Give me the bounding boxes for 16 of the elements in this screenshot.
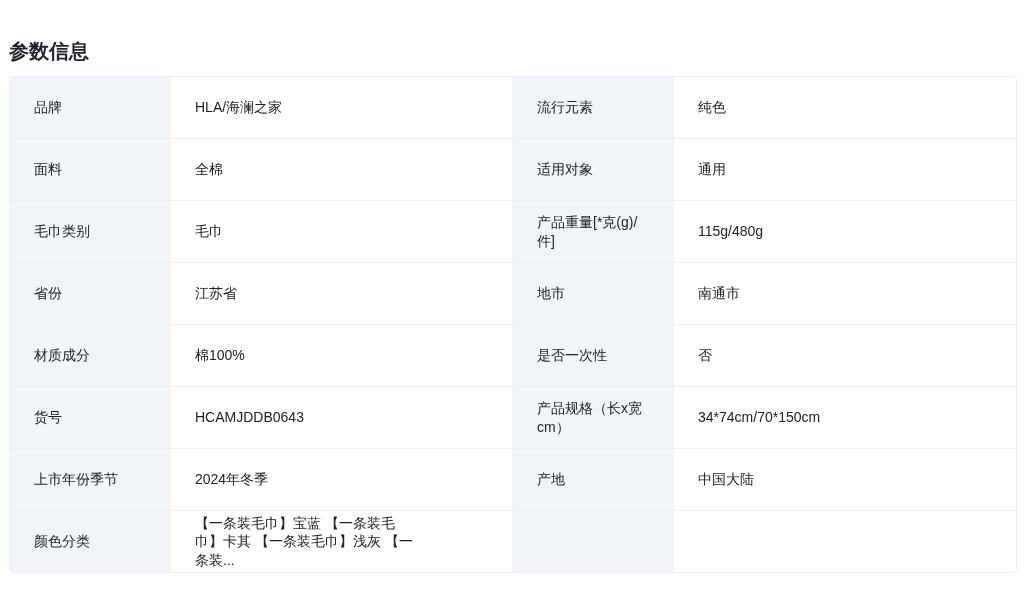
param-label: 产品重量[*克(g)/件] bbox=[513, 201, 674, 262]
param-label: 流行元素 bbox=[513, 77, 674, 138]
param-label: 毛巾类别 bbox=[10, 201, 171, 262]
param-label: 上市年份季节 bbox=[10, 449, 171, 510]
param-label: 材质成分 bbox=[10, 325, 171, 386]
param-label: 省份 bbox=[10, 263, 171, 324]
param-label: 品牌 bbox=[10, 77, 171, 138]
section-title: 参数信息 bbox=[9, 39, 90, 64]
param-label: 货号 bbox=[10, 387, 171, 448]
param-label: 产地 bbox=[513, 449, 674, 510]
param-label: 面料 bbox=[10, 139, 171, 200]
param-label: 产品规格（长x宽cm） bbox=[513, 387, 674, 448]
param-label: 地市 bbox=[513, 263, 674, 324]
param-label: 是否一次性 bbox=[513, 325, 674, 386]
param-label: 颜色分类 bbox=[10, 511, 171, 572]
param-label: 适用对象 bbox=[513, 139, 674, 200]
